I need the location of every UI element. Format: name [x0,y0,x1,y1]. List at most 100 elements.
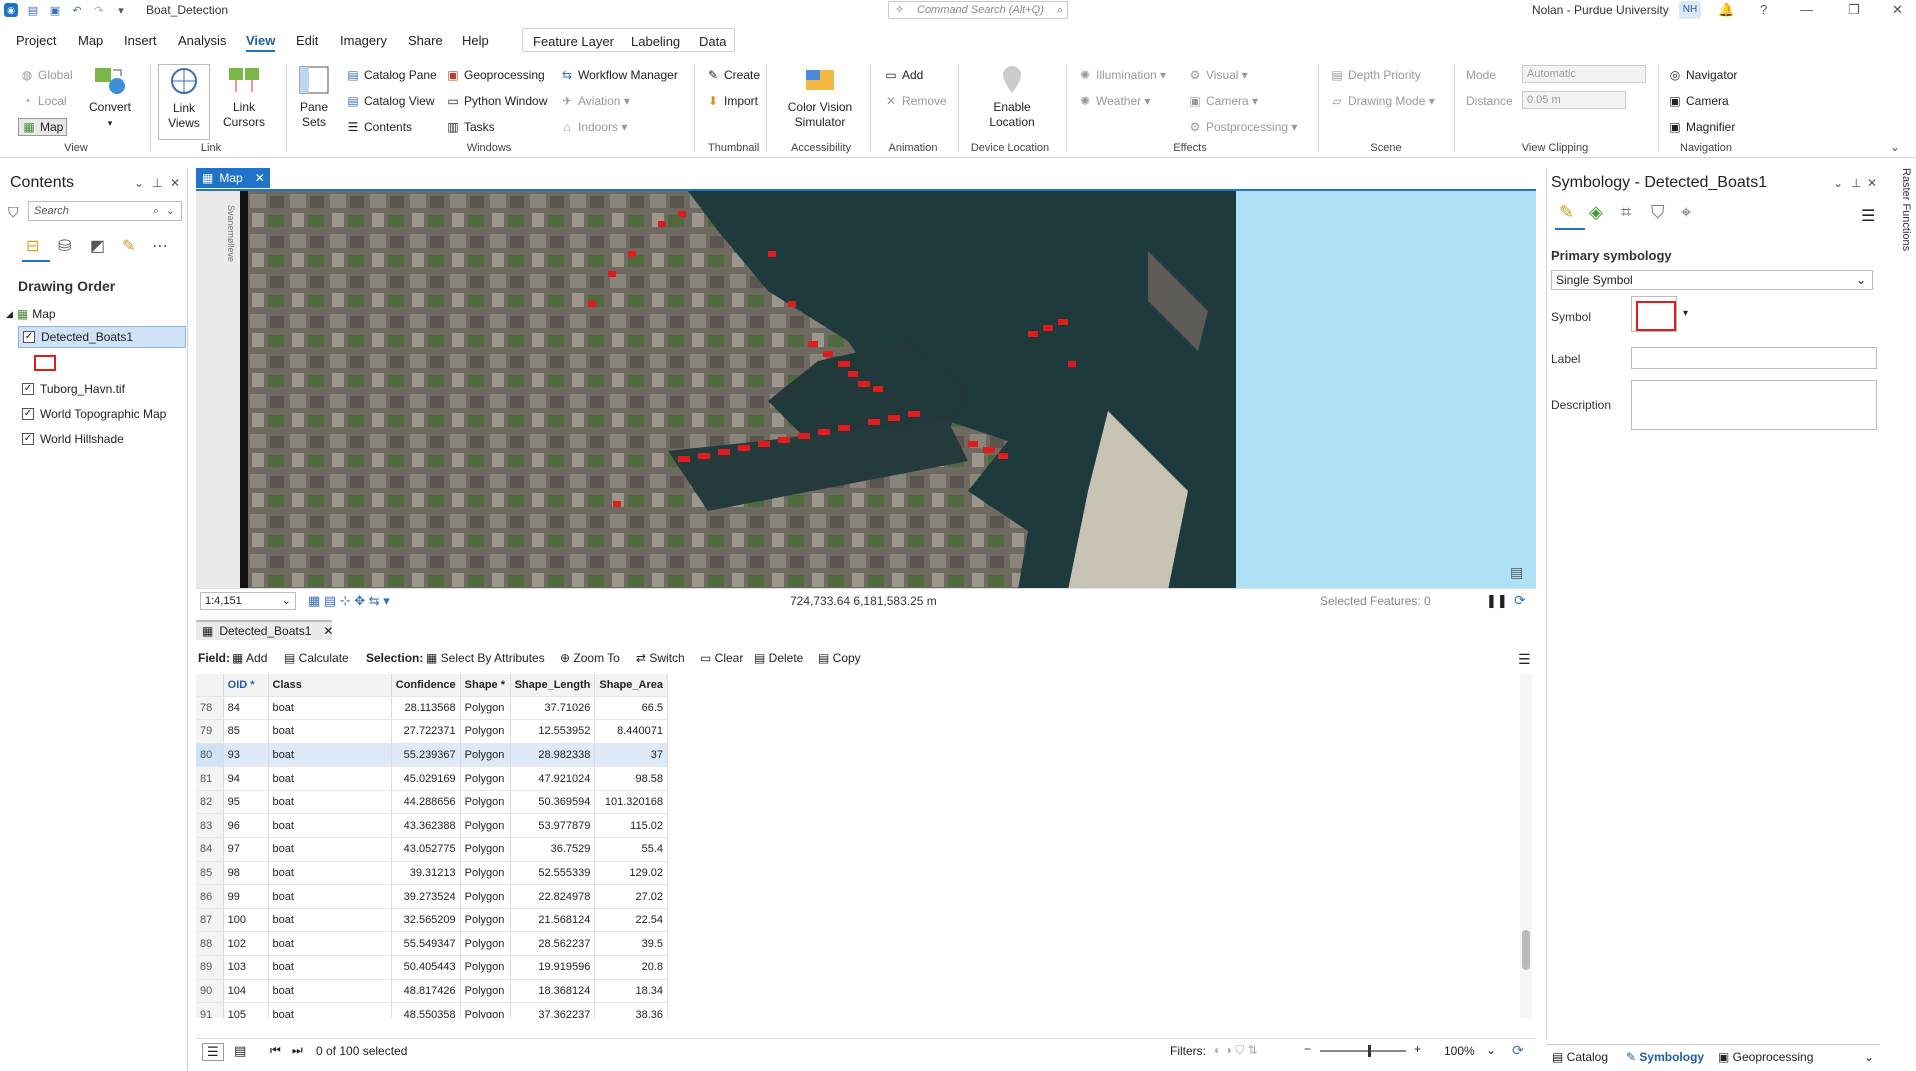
table-cell[interactable]: 43.052775 [391,837,461,862]
import-thumbnail-button[interactable]: ⬇ Import [706,94,758,108]
tab-imagery[interactable]: Imagery [340,33,387,48]
list-by-drawing-order-icon[interactable]: ⊟ [26,236,39,256]
table-cell[interactable]: 55.4 [594,837,668,862]
collapse-icon[interactable]: ◢ [6,309,13,320]
help-icon[interactable]: ? [1760,2,1767,17]
illumination-button[interactable]: ✺ Illumination ▾ [1078,68,1166,82]
layer-world-topographic[interactable]: ✓ World Topographic Map [18,403,206,425]
list-by-editing-icon[interactable]: ✎ [122,236,135,256]
link-views-button[interactable]: Link Views [158,64,210,140]
scale-selector[interactable]: 1:4,151 ⌄ [200,592,296,610]
table-cell[interactable]: 8.440071 [594,719,668,744]
close-pane-icon[interactable]: ✕ [1867,176,1877,190]
table-cell[interactable]: boat [268,837,392,862]
table-cell[interactable]: boat [268,813,392,839]
catalog-pane-button[interactable]: ▤ Catalog Pane [346,68,436,82]
table-cell[interactable]: 97 [223,837,269,862]
clipping-mode-input[interactable]: Automatic [1522,65,1646,83]
table-row[interactable]: 81 94 boat 45.029169 Polygon 47.921024 98.58 [196,766,668,791]
weather-button[interactable]: ✺ Weather ▾ [1078,94,1151,108]
table-cell[interactable]: 18.34 [594,979,668,1004]
copy-button[interactable]: ▤ Copy [818,651,861,665]
table-cell[interactable]: 99 [223,884,269,909]
table-cell[interactable]: 55.549347 [391,931,461,957]
table-cell[interactable]: 94 [223,766,269,791]
table-cell[interactable]: 96 [223,813,269,839]
filter-icons[interactable]: ◐ ◑ ⛉ ⇅ [1214,1043,1258,1058]
table-cell[interactable]: Polygon [460,696,511,721]
advanced-symbology-icon[interactable]: ⌖ [1681,202,1691,223]
tab-labeling[interactable]: Labeling [631,34,680,49]
zoom-slider-thumb[interactable] [1368,1045,1371,1057]
table-cell[interactable]: 36.7529 [510,837,596,862]
tab-analysis[interactable]: Analysis [178,33,226,48]
table-cell[interactable]: boat [268,955,392,980]
table-cell[interactable]: Polygon [460,743,511,768]
table-cell[interactable]: 22.824978 [510,884,596,909]
table-cell[interactable]: 85 [196,861,224,886]
pane-options-icon[interactable]: ⌄ [1833,176,1843,190]
close-icon[interactable]: ✕ [255,171,265,185]
table-cell[interactable]: 80 [196,743,224,768]
checkbox[interactable]: ✓ [22,433,34,445]
table-cell[interactable]: boat [268,884,392,909]
pane-sets-button[interactable]: Pane Sets [294,64,334,130]
tab-attribute-table[interactable]: ▦ Detected_Boats1 ✕ [196,620,333,640]
table-cell[interactable]: boat [268,719,392,744]
symbology-method-select[interactable]: Single Symbol ⌄ [1551,270,1873,290]
tab-insert[interactable]: Insert [124,33,157,48]
table-cell[interactable]: 39.5 [594,931,668,957]
table-cell[interactable]: boat [268,1002,392,1018]
customize-quick-access-icon[interactable]: ▾ [114,3,128,17]
layer-symbol-swatch[interactable] [34,355,56,371]
delete-button[interactable]: ▤ Delete [754,651,803,665]
contents-search-input[interactable]: Search ⌕ ⌄ [28,201,182,221]
column-header-shape[interactable]: Shape * [460,674,511,697]
tasks-button[interactable]: ▥ Tasks [446,120,494,134]
table-row[interactable]: 89 103 boat 50.405443 Polygon 19.919596 20.8 [196,955,668,980]
pane-options-icon[interactable]: ⌄ [134,176,144,190]
zoom-level[interactable]: 100% [1444,1044,1475,1058]
pause-icon[interactable]: ❚❚ [1486,593,1508,609]
table-cell[interactable]: 91 [196,1002,224,1018]
magnifier-button[interactable]: ▣ Magnifier [1668,120,1735,134]
table-cell[interactable]: 95 [223,790,269,815]
indoors-button[interactable]: ⌂ Indoors ▾ [560,120,627,134]
table-row[interactable]: 88 102 boat 55.549347 Polygon 28.562237 39.5 [196,931,668,957]
coordinate-readout[interactable]: 724,733.64 6,181,583.25 m [790,594,937,608]
tab-project[interactable]: Project [16,33,56,48]
table-cell[interactable]: 48.550358 [391,1002,461,1018]
column-header-class[interactable]: Class [268,674,392,697]
table-cell[interactable]: 52.555339 [510,861,596,886]
vertical-scrollbar[interactable] [1520,674,1532,1018]
local-view-button[interactable]: ◔ Local [20,94,66,108]
table-cell[interactable]: Polygon [460,908,511,933]
layer-world-hillshade[interactable]: ✓ World Hillshade [18,428,206,450]
table-cell[interactable]: boat [268,861,392,886]
camera-button[interactable]: ▣ Camera [1668,94,1728,108]
table-cell[interactable]: 37.71026 [510,696,596,721]
layer-detected-boats[interactable]: ✓ Detected_Boats1 [18,326,186,348]
table-cell[interactable]: 55.239367 [391,743,461,768]
workflow-manager-button[interactable]: ⇆ Workflow Manager [560,68,678,82]
table-cell[interactable]: 48.817426 [391,979,461,1004]
tab-view[interactable]: View [246,33,276,52]
table-cell[interactable]: 101.320168 [594,790,668,815]
table-cell[interactable]: 83 [196,813,224,839]
visual-button[interactable]: ⚙ Visual ▾ [1188,68,1248,82]
table-cell[interactable]: 21.568124 [510,908,596,933]
table-cell[interactable]: Polygon [460,979,511,1004]
table-cell[interactable]: 115.02 [594,813,668,839]
table-cell[interactable]: 37 [594,743,668,768]
column-header-shape-length[interactable]: Shape_Length [510,674,596,697]
table-row[interactable]: 84 97 boat 43.052775 Polygon 36.7529 55.4 [196,837,668,862]
chevron-down-icon[interactable]: ▾ [1683,308,1688,319]
zoom-slider[interactable] [1320,1045,1406,1057]
map-notes-icon[interactable]: ▤ [1510,564,1523,581]
table-cell[interactable]: 53.977879 [510,813,596,839]
table-cell[interactable]: 90 [196,979,224,1004]
table-cell[interactable]: boat [268,790,392,815]
enable-location-button[interactable]: Enable Location [976,64,1048,130]
checkbox[interactable]: ✓ [22,408,34,420]
close-pane-icon[interactable]: ✕ [170,176,180,190]
